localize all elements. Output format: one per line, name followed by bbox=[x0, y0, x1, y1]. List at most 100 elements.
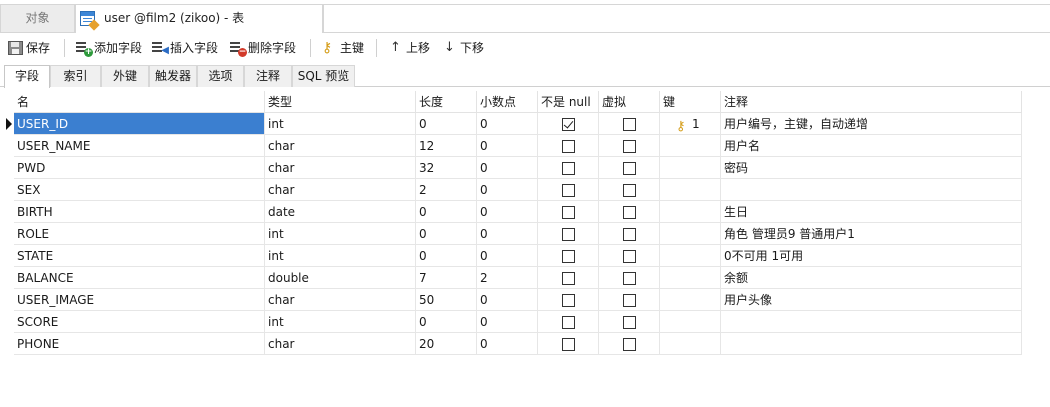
field-key-cell[interactable] bbox=[660, 333, 721, 355]
table-row[interactable]: SCORE int 0 0 bbox=[0, 311, 1050, 333]
field-not-null-cell[interactable] bbox=[538, 201, 599, 223]
field-type-cell[interactable]: char bbox=[265, 333, 416, 355]
field-comment-cell[interactable]: 用户编号，主键，自动递增 bbox=[721, 113, 1022, 135]
field-key-cell[interactable] bbox=[660, 311, 721, 333]
virtual-checkbox[interactable] bbox=[623, 140, 636, 153]
field-name-cell[interactable]: USER_ID bbox=[14, 113, 265, 135]
tab-indexes[interactable]: 索引 bbox=[50, 65, 101, 87]
field-name-cell[interactable]: PHONE bbox=[14, 333, 265, 355]
field-not-null-cell[interactable] bbox=[538, 223, 599, 245]
tab-objects[interactable]: 对象 bbox=[0, 4, 75, 33]
field-virtual-cell[interactable] bbox=[599, 135, 660, 157]
field-length-cell[interactable]: 2 bbox=[416, 179, 477, 201]
field-name-cell[interactable]: USER_NAME bbox=[14, 135, 265, 157]
field-not-null-cell[interactable] bbox=[538, 289, 599, 311]
virtual-checkbox[interactable] bbox=[623, 228, 636, 241]
field-decimals-cell[interactable]: 0 bbox=[477, 157, 538, 179]
field-key-cell[interactable] bbox=[660, 289, 721, 311]
field-virtual-cell[interactable] bbox=[599, 201, 660, 223]
virtual-checkbox[interactable] bbox=[623, 118, 636, 131]
not-null-checkbox[interactable] bbox=[562, 184, 575, 197]
virtual-checkbox[interactable] bbox=[623, 272, 636, 285]
not-null-checkbox[interactable] bbox=[562, 338, 575, 351]
field-type-cell[interactable]: int bbox=[265, 113, 416, 135]
field-comment-cell[interactable] bbox=[721, 179, 1022, 201]
field-length-cell[interactable]: 0 bbox=[416, 223, 477, 245]
field-key-cell[interactable]: ⚷ 1 bbox=[660, 113, 721, 135]
move-up-button[interactable]: ↑ 上移 bbox=[388, 38, 430, 58]
field-decimals-cell[interactable]: 0 bbox=[477, 135, 538, 157]
field-comment-cell[interactable]: 用户名 bbox=[721, 135, 1022, 157]
save-button[interactable]: 保存 bbox=[8, 38, 50, 58]
field-key-cell[interactable] bbox=[660, 267, 721, 289]
virtual-checkbox[interactable] bbox=[623, 294, 636, 307]
field-comment-cell[interactable]: 角色 管理员9 普通用户1 bbox=[721, 223, 1022, 245]
field-type-cell[interactable]: char bbox=[265, 157, 416, 179]
field-name-cell[interactable]: USER_IMAGE bbox=[14, 289, 265, 311]
field-not-null-cell[interactable] bbox=[538, 157, 599, 179]
field-comment-cell[interactable]: 0不可用 1可用 bbox=[721, 245, 1022, 267]
virtual-checkbox[interactable] bbox=[623, 250, 636, 263]
table-row[interactable]: BALANCE double 7 2 余额 bbox=[0, 267, 1050, 289]
field-type-cell[interactable]: date bbox=[265, 201, 416, 223]
field-key-cell[interactable] bbox=[660, 179, 721, 201]
delete-field-button[interactable]: − 删除字段 bbox=[230, 38, 296, 58]
field-name-cell[interactable]: SCORE bbox=[14, 311, 265, 333]
not-null-checkbox[interactable] bbox=[562, 250, 575, 263]
field-length-cell[interactable]: 0 bbox=[416, 113, 477, 135]
field-virtual-cell[interactable] bbox=[599, 179, 660, 201]
virtual-checkbox[interactable] bbox=[623, 338, 636, 351]
field-virtual-cell[interactable] bbox=[599, 113, 660, 135]
not-null-checkbox[interactable] bbox=[562, 228, 575, 241]
field-decimals-cell[interactable]: 0 bbox=[477, 245, 538, 267]
field-name-cell[interactable]: BALANCE bbox=[14, 267, 265, 289]
column-header-name[interactable]: 名 bbox=[14, 91, 265, 113]
tab-sql-preview[interactable]: SQL 预览 bbox=[292, 65, 355, 87]
tab-comment[interactable]: 注释 bbox=[244, 65, 292, 87]
field-decimals-cell[interactable]: 2 bbox=[477, 267, 538, 289]
field-not-null-cell[interactable] bbox=[538, 113, 599, 135]
table-row[interactable]: ROLE int 0 0 角色 管理员9 普通用户1 bbox=[0, 223, 1050, 245]
column-header-comment[interactable]: 注释 bbox=[721, 91, 1022, 113]
field-decimals-cell[interactable]: 0 bbox=[477, 311, 538, 333]
tab-foreign-keys[interactable]: 外键 bbox=[101, 65, 149, 87]
field-key-cell[interactable] bbox=[660, 223, 721, 245]
table-row[interactable]: SEX char 2 0 bbox=[0, 179, 1050, 201]
field-name-cell[interactable]: ROLE bbox=[14, 223, 265, 245]
table-row[interactable]: BIRTH date 0 0 生日 bbox=[0, 201, 1050, 223]
field-length-cell[interactable]: 0 bbox=[416, 311, 477, 333]
field-decimals-cell[interactable]: 0 bbox=[477, 223, 538, 245]
field-decimals-cell[interactable]: 0 bbox=[477, 113, 538, 135]
field-name-cell[interactable]: BIRTH bbox=[14, 201, 265, 223]
column-header-type[interactable]: 类型 bbox=[265, 91, 416, 113]
field-length-cell[interactable]: 0 bbox=[416, 245, 477, 267]
field-type-cell[interactable]: int bbox=[265, 245, 416, 267]
move-down-button[interactable]: ↓ 下移 bbox=[442, 38, 484, 58]
table-row[interactable]: USER_ID int 0 0 ⚷ 1 用户编号，主键，自动递增 bbox=[0, 113, 1050, 135]
not-null-checkbox[interactable] bbox=[562, 294, 575, 307]
field-virtual-cell[interactable] bbox=[599, 267, 660, 289]
field-type-cell[interactable]: char bbox=[265, 179, 416, 201]
field-type-cell[interactable]: int bbox=[265, 223, 416, 245]
field-name-cell[interactable]: STATE bbox=[14, 245, 265, 267]
field-type-cell[interactable]: char bbox=[265, 289, 416, 311]
column-header-virtual[interactable]: 虚拟 bbox=[599, 91, 660, 113]
field-comment-cell[interactable]: 用户头像 bbox=[721, 289, 1022, 311]
not-null-checkbox[interactable] bbox=[562, 206, 575, 219]
tab-table-design[interactable]: user @film2 (zikoo) - 表 bbox=[75, 4, 323, 33]
field-length-cell[interactable]: 12 bbox=[416, 135, 477, 157]
field-decimals-cell[interactable]: 0 bbox=[477, 179, 538, 201]
field-type-cell[interactable]: int bbox=[265, 311, 416, 333]
field-key-cell[interactable] bbox=[660, 245, 721, 267]
field-decimals-cell[interactable]: 0 bbox=[477, 289, 538, 311]
column-header-decimals[interactable]: 小数点 bbox=[477, 91, 538, 113]
table-row[interactable]: STATE int 0 0 0不可用 1可用 bbox=[0, 245, 1050, 267]
field-type-cell[interactable]: char bbox=[265, 135, 416, 157]
field-decimals-cell[interactable]: 0 bbox=[477, 201, 538, 223]
field-name-cell[interactable]: PWD bbox=[14, 157, 265, 179]
field-comment-cell[interactable]: 密码 bbox=[721, 157, 1022, 179]
virtual-checkbox[interactable] bbox=[623, 316, 636, 329]
field-not-null-cell[interactable] bbox=[538, 311, 599, 333]
field-not-null-cell[interactable] bbox=[538, 245, 599, 267]
field-virtual-cell[interactable] bbox=[599, 333, 660, 355]
